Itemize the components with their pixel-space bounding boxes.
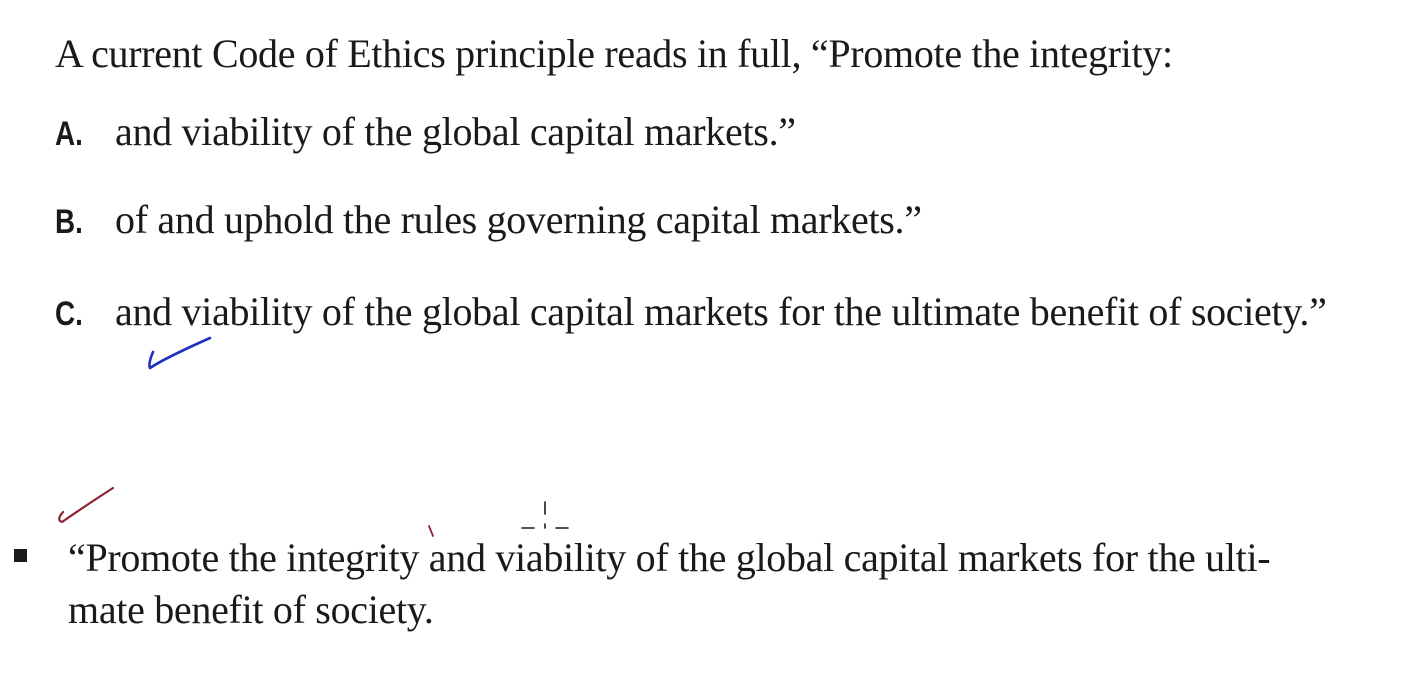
option-letter: A. xyxy=(55,115,83,153)
checkmark-icon xyxy=(148,336,212,370)
option-c[interactable]: C. and viability of the global capital m… xyxy=(55,288,1327,335)
explanation-text: “Promote the integrity and viability of … xyxy=(68,532,1388,636)
option-text: and viability of the global capital mark… xyxy=(115,109,796,154)
bullet-square-icon xyxy=(14,549,27,562)
explanation-line-1: “Promote the integrity and viability of … xyxy=(68,535,1271,580)
explanation-line-2: mate benefit of society. xyxy=(68,587,434,632)
cursor-crosshair-icon xyxy=(521,501,569,529)
option-text: of and uphold the rules governing capita… xyxy=(115,197,922,242)
question-text: A current Code of Ethics principle reads… xyxy=(55,31,1173,76)
option-letter: B. xyxy=(55,203,83,241)
option-text: and viability of the global capital mark… xyxy=(115,289,1327,334)
option-letter: C. xyxy=(55,295,83,333)
option-a[interactable]: A. and viability of the global capital m… xyxy=(55,108,796,155)
option-b[interactable]: B. of and uphold the rules governing cap… xyxy=(55,196,922,243)
checkmark-icon xyxy=(58,486,115,524)
